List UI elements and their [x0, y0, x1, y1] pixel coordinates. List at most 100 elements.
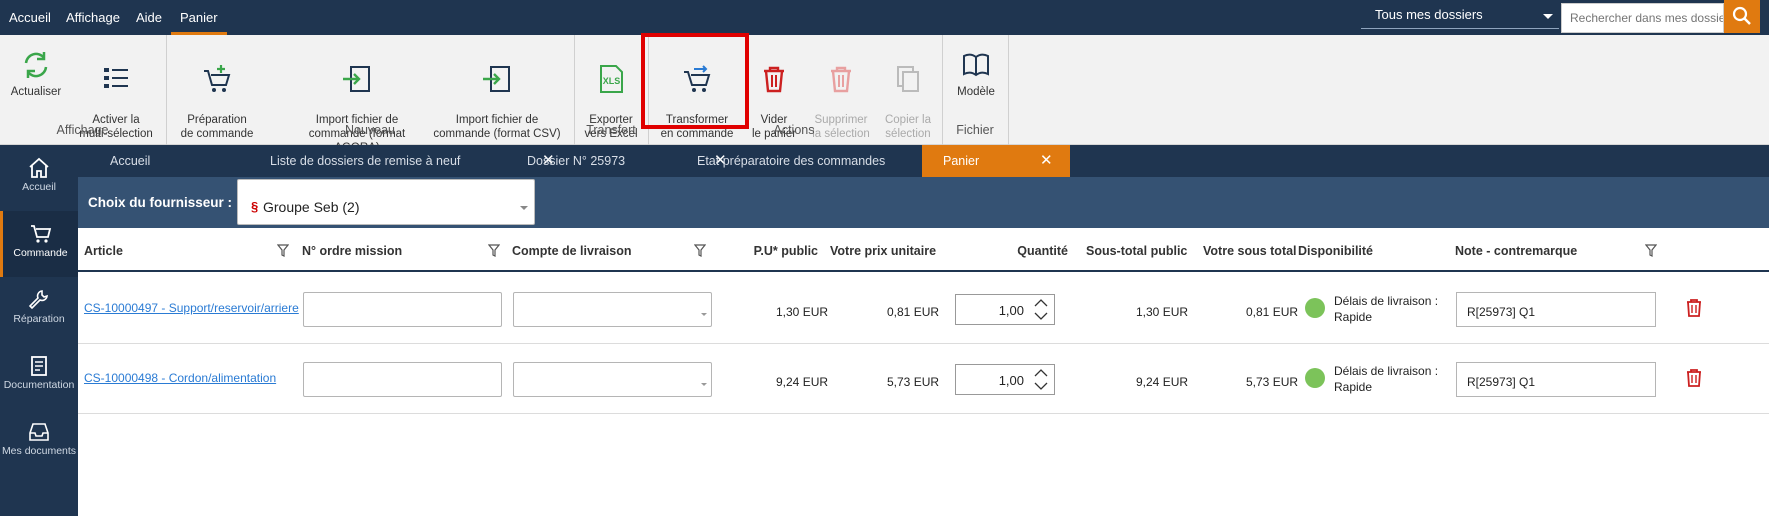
- multiselect-button[interactable]: Activer la multi-sélection: [72, 35, 160, 140]
- article-link[interactable]: CS-10000498 - Cordon/alimentation: [84, 371, 276, 385]
- import-csv-button[interactable]: Import fichier de commande (format CSV): [430, 35, 564, 140]
- chevron-down-icon: [1543, 14, 1553, 19]
- group-divider: [1008, 35, 1009, 145]
- export-excel-button[interactable]: XLS Exporter vers Excel: [578, 35, 644, 140]
- availability-line2: Rapide: [1334, 310, 1373, 324]
- nav-reparation-label: Réparation: [13, 313, 65, 325]
- availability-dot: [1305, 298, 1325, 318]
- folder-filter-select[interactable]: Tous mes dossiers: [1361, 3, 1559, 29]
- ordre-mission-input[interactable]: [303, 362, 502, 397]
- chevron-down-icon: [701, 383, 707, 386]
- nav-accueil[interactable]: Accueil: [0, 145, 78, 211]
- trash-icon[interactable]: [1685, 298, 1703, 318]
- group-label-nouveau: Nouveau: [344, 123, 396, 137]
- empty-cart-button[interactable]: Vider le panier: [746, 35, 802, 140]
- filter-icon[interactable]: [1645, 244, 1657, 257]
- filter-icon[interactable]: [488, 244, 500, 257]
- stepper-arrows-icon[interactable]: [1028, 365, 1054, 394]
- trash-icon[interactable]: [1685, 368, 1703, 388]
- tab-etat-label: Etat préparatoire des commandes: [697, 154, 886, 168]
- top-menubar: Accueil Affichage Aide Panier Tous mes d…: [0, 0, 1769, 35]
- supplier-label: Choix du fournisseur :: [88, 195, 233, 210]
- nav-commande-label: Commande: [13, 247, 68, 259]
- tab-panier[interactable]: Panier ✕: [922, 145, 1070, 177]
- refresh-icon: [24, 52, 48, 78]
- nav-documentation-label: Documentation: [3, 379, 75, 391]
- col-sous-total-public[interactable]: Sous-total public: [1086, 244, 1187, 258]
- template-label: Modèle: [957, 86, 995, 98]
- col-votre-sous-total[interactable]: Votre sous total: [1203, 244, 1297, 258]
- nav-documentation[interactable]: Documentation: [0, 343, 78, 409]
- supplier-select[interactable]: § Groupe Seb (2): [237, 179, 535, 225]
- group-label-affichage: Affichage: [56, 123, 109, 137]
- col-article[interactable]: Article: [84, 244, 123, 258]
- svg-text:XLS: XLS: [603, 76, 621, 86]
- col-compte-livraison[interactable]: Compte de livraison: [512, 244, 631, 258]
- left-navigation: Accueil Commande Réparation Documentatio…: [0, 145, 78, 516]
- chevron-down-icon: [520, 206, 528, 210]
- refresh-button[interactable]: Actualiser: [4, 35, 68, 120]
- wrench-icon: [28, 290, 48, 310]
- availability-line2: Rapide: [1334, 380, 1373, 394]
- delete-selection-button[interactable]: Supprimer la sélection: [806, 35, 876, 140]
- trash-icon: [831, 66, 851, 93]
- compte-livraison-select[interactable]: [513, 362, 712, 397]
- highlight-box: [641, 33, 749, 129]
- search-button[interactable]: [1724, 0, 1760, 33]
- quantity-value: 1,00: [998, 303, 1024, 318]
- filter-icon[interactable]: [277, 244, 289, 257]
- preparation-button[interactable]: Préparation de commande: [172, 35, 262, 140]
- ordre-mission-input[interactable]: [303, 292, 502, 327]
- menu-panier[interactable]: Panier: [171, 0, 227, 35]
- quantity-stepper[interactable]: 1,00: [955, 364, 1055, 395]
- col-votre-prix[interactable]: Votre prix unitaire: [830, 244, 936, 258]
- menu-affichage[interactable]: Affichage: [57, 0, 129, 35]
- col-ordre-mission[interactable]: N° ordre mission: [302, 244, 402, 258]
- col-pu-public[interactable]: P.U* public: [738, 244, 818, 258]
- sous-total-public-value: 1,30 EUR: [1136, 305, 1189, 319]
- tab-accueil[interactable]: Accueil: [110, 145, 150, 177]
- col-disponibilite[interactable]: Disponibilité: [1298, 244, 1373, 258]
- article-link[interactable]: CS-10000497 - Support/reservoir/arriere: [84, 301, 299, 315]
- group-label-transfert: Transfert: [586, 123, 636, 137]
- template-button[interactable]: Modèle: [948, 35, 1004, 120]
- supplier-bar: Choix du fournisseur : § Groupe Seb (2): [78, 177, 1769, 228]
- table-header: Article N° ordre mission Compte de livra…: [78, 228, 1769, 272]
- pu-public-value: 1,30 EUR: [776, 305, 829, 319]
- copy-selection-button[interactable]: Copier la sélection: [880, 35, 936, 140]
- book-icon: [963, 53, 989, 77]
- sous-total-public-value: 9,24 EUR: [1136, 375, 1189, 389]
- table-row: CS-10000497 - Support/reservoir/arriere …: [78, 274, 1769, 344]
- col-quantite[interactable]: Quantité: [998, 244, 1068, 258]
- nav-commande[interactable]: Commande: [0, 211, 78, 277]
- search-input[interactable]: [1561, 3, 1724, 33]
- nav-mes-documents-label: Mes documents: [1, 445, 77, 457]
- menu-aide[interactable]: Aide: [127, 0, 171, 35]
- import-icon: [343, 66, 370, 92]
- note-input[interactable]: R[25973] Q1: [1456, 292, 1656, 327]
- pu-public-value: 9,24 EUR: [776, 375, 829, 389]
- ribbon-toolbar: Actualiser Activer la multi-sélection Af…: [0, 35, 1769, 154]
- filter-icon[interactable]: [694, 244, 706, 257]
- nav-reparation[interactable]: Réparation: [0, 277, 78, 343]
- tab-liste-dossiers[interactable]: Liste de dossiers de remise à neuf ✕: [270, 145, 558, 177]
- cart-add-icon: [204, 65, 231, 92]
- stepper-arrows-icon[interactable]: [1028, 295, 1054, 324]
- nav-mes-documents[interactable]: Mes documents: [0, 409, 78, 475]
- tab-accueil-label: Accueil: [110, 154, 151, 168]
- group-label-fichier: Fichier: [956, 123, 994, 137]
- note-input[interactable]: R[25973] Q1: [1456, 362, 1656, 397]
- menu-accueil[interactable]: Accueil: [0, 0, 60, 35]
- nav-accueil-label: Accueil: [22, 181, 56, 193]
- import-icon: [483, 66, 510, 92]
- availability-dot: [1305, 368, 1325, 388]
- votre-sous-total-value: 0,81 EUR: [1246, 305, 1299, 319]
- supplier-select-value: Groupe Seb (2): [263, 199, 360, 215]
- close-icon[interactable]: ✕: [1040, 145, 1053, 177]
- import-agora-button[interactable]: Import fichier de commande (format AGORA…: [292, 35, 422, 154]
- home-icon: [29, 157, 49, 178]
- quantity-stepper[interactable]: 1,00: [955, 294, 1055, 325]
- col-note[interactable]: Note - contremarque: [1455, 244, 1577, 258]
- compte-livraison-select[interactable]: [513, 292, 712, 327]
- tab-dossier-label: Dossier N° 25973: [527, 154, 626, 168]
